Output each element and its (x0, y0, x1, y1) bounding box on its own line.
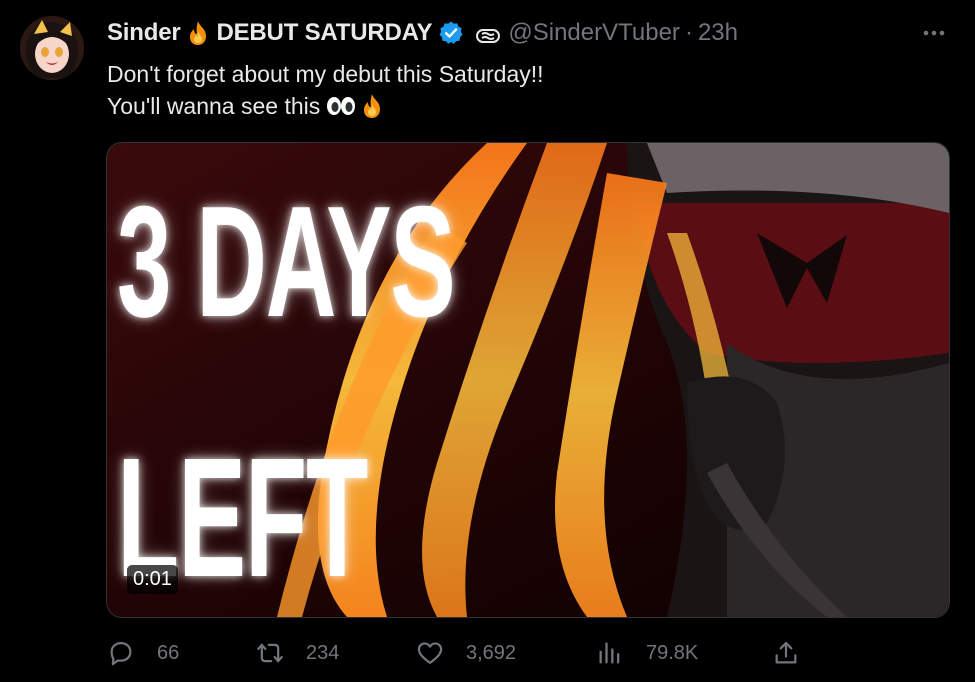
views-icon (599, 642, 620, 664)
tweet-text-line-2-text: You'll wanna see this (107, 93, 321, 119)
tweet-header: Sinder DEBUT SATURDAY @SinderVTuber · 23… (107, 18, 738, 48)
separator-dot: · (684, 19, 693, 46)
retweet-button[interactable]: 234 (256, 636, 339, 670)
like-button[interactable]: 3,692 (416, 636, 516, 670)
share-button[interactable] (772, 636, 800, 670)
user-handle[interactable]: @SinderVTuber (508, 19, 680, 47)
display-name[interactable]: Sinder (107, 19, 181, 47)
display-name-suffix[interactable]: DEBUT SATURDAY (216, 19, 432, 47)
video-player[interactable]: 3 DAYS LEFT 0:01 (106, 142, 950, 618)
views-button[interactable]: 79.8K (596, 636, 698, 670)
verified-badge-icon[interactable] (438, 20, 464, 46)
eyes-emoji-icon (326, 94, 356, 118)
share-icon (775, 641, 797, 664)
tweet-text-line-2: You'll wanna see this (107, 90, 544, 122)
more-dots-icon[interactable] (920, 22, 948, 44)
avatar-image (20, 16, 84, 80)
avatar[interactable] (20, 16, 84, 80)
timestamp[interactable]: 23h (698, 19, 738, 47)
video-overlay-text-1: 3 DAYS (117, 174, 456, 350)
heart-icon (417, 642, 443, 665)
video-duration-badge: 0:01 (127, 565, 178, 594)
reply-button[interactable]: 66 (107, 636, 179, 670)
reply-icon (110, 641, 132, 666)
tweet-actions: 66 234 3,692 79.8K (0, 636, 975, 670)
tweet-text-line-1: Don't forget about my debut this Saturda… (107, 61, 544, 87)
view-count: 79.8K (646, 641, 699, 664)
fire-emoji-icon (184, 19, 212, 47)
like-count: 3,692 (466, 641, 517, 664)
retweet-count: 234 (306, 641, 340, 664)
retweet-icon (257, 643, 283, 663)
fire-emoji-icon (358, 92, 386, 120)
reply-count: 66 (157, 641, 180, 664)
subscription-badge-icon[interactable] (476, 24, 501, 43)
tweet-text: Don't forget about my debut this Saturda… (107, 58, 544, 122)
